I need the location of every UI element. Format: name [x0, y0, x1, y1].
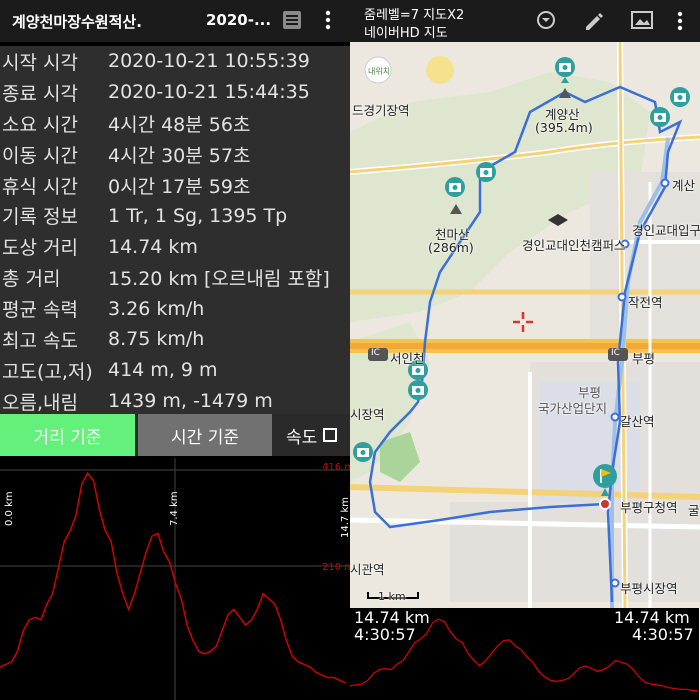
- stat-value: 1439 m, -1479 m: [108, 390, 273, 413]
- more-menu-icon[interactable]: [323, 9, 333, 31]
- stat-value: 2020-10-21 15:44:35: [108, 81, 310, 104]
- photo-marker[interactable]: [408, 380, 428, 400]
- stat-row: 종료 시각 2020-10-21 15:44:35: [0, 77, 350, 108]
- stat-label: 고도(고,저): [2, 360, 93, 383]
- map-label-gul: 굴: [688, 503, 700, 518]
- stat-label: 시작 시각: [2, 51, 78, 74]
- map-more-icon[interactable]: [676, 10, 684, 32]
- pencil-icon[interactable]: [583, 10, 605, 32]
- elevation-profile[interactable]: 0.0 km 7.4 km 14.7 km 416 m 210 m: [0, 458, 350, 700]
- stat-label: 평균 속력: [2, 299, 78, 322]
- stat-value: 8.75 km/h: [108, 328, 205, 351]
- stat-value: 4시간 30분 57초: [108, 144, 251, 167]
- profile-x-start: 0.0 km: [4, 491, 15, 526]
- stat-value: 4시간 48분 56초: [108, 113, 251, 136]
- stat-row: 이동 시간 4시간 30분 57초: [0, 139, 350, 170]
- stats-table: 시작 시각 2020-10-21 10:55:39 종료 시각 2020-10-21 …: [0, 46, 350, 417]
- map-header: 줌레벨=7 지도X2 네이버HD 지도: [350, 0, 700, 42]
- stat-row: 총 거리 15.20 km [오르내림 포함]: [0, 262, 350, 293]
- stat-row: 도상 거리 14.74 km: [0, 231, 350, 262]
- overlay-distance-right: 14.74 km: [614, 608, 690, 627]
- track-title-suffix: 2020-...: [206, 11, 272, 29]
- track-info-panel: 계양천마장수원적산. 2020-... 시작 시각 2020-10-21 10:5…: [0, 0, 350, 700]
- profile-x-mid: 7.4 km: [169, 491, 180, 526]
- profile-x-end: 14.7 km: [340, 497, 350, 538]
- stat-label: 최고 속도: [2, 329, 78, 352]
- stat-row: 기록 정보 1 Tr, 1 Sg, 1395 Tp: [0, 200, 350, 231]
- zoom-level: 줌레벨=7 지도X2: [364, 8, 465, 23]
- map-source: 네이버HD 지도: [364, 26, 448, 41]
- stat-value: 414 m, 9 m: [108, 359, 218, 382]
- stat-label: 도상 거리: [2, 237, 78, 260]
- tab-distance[interactable]: 거리 기준: [0, 414, 135, 456]
- map-label-gyesan: 계산: [672, 178, 696, 193]
- list-icon[interactable]: [282, 10, 302, 30]
- stat-value: 3.26 km/h: [108, 297, 205, 320]
- speed-checkbox[interactable]: [323, 428, 338, 442]
- map-label-campus: 경인교대인천캠퍼스: [522, 238, 626, 253]
- map-label-complex2: 국가산업단지: [538, 401, 608, 416]
- photo-marker[interactable]: [476, 162, 496, 182]
- map-label-ic1: IC: [371, 348, 380, 358]
- map-profile-overlay[interactable]: 14.74 km 4:30:57 14.74 km 4:30:57: [350, 608, 700, 700]
- map-label-gyeonggi: 드경기장역: [352, 103, 410, 118]
- stat-label: 소요 시간: [2, 113, 78, 136]
- dropdown-icon[interactable]: [536, 10, 556, 30]
- map-layer-icon[interactable]: [631, 10, 653, 30]
- map-panel: 줌레벨=7 지도X2 네이버HD 지도 내위치 드경기장역 계양산 (395.4…: [350, 0, 700, 700]
- map-label-cheonmasan-alt: (286m): [428, 240, 474, 255]
- map-label-ic2: IC: [611, 348, 620, 358]
- map-label-hall: 시관역: [350, 562, 385, 577]
- map-my-location-label: 내위치: [368, 67, 391, 76]
- track-title: 계양천마장수원적산.: [12, 13, 142, 31]
- overlay-distance-left: 14.74 km: [354, 608, 430, 627]
- stat-row: 소요 시간 4시간 48분 56초: [0, 108, 350, 139]
- map-label-univ: 경인교대입구: [632, 223, 700, 238]
- map-label-market2: 부평시장역: [620, 581, 678, 596]
- stat-value: 1 Tr, 1 Sg, 1395 Tp: [108, 204, 288, 227]
- photo-marker[interactable]: [445, 177, 465, 197]
- stat-label: 기록 정보: [2, 206, 78, 229]
- map-label-gyeyangsan-alt: (395.4m): [535, 120, 593, 135]
- stat-row: 시작 시각 2020-10-21 10:55:39: [0, 46, 350, 77]
- stat-row: 고도(고,저) 414 m, 9 m: [0, 355, 350, 386]
- map-scale-label: 1 km: [378, 590, 406, 603]
- overlay-time-left: 4:30:57: [354, 625, 416, 644]
- stat-label: 총 거리: [2, 268, 61, 291]
- stat-label: 오름,내림: [2, 391, 78, 414]
- map-label-market: 시장역: [350, 407, 385, 422]
- photo-marker[interactable]: [353, 442, 373, 462]
- stat-row: 오름,내림 1439 m, -1479 m: [0, 386, 350, 417]
- stat-label: 휴식 시간: [2, 175, 78, 198]
- map-label-jakjeon: 작전역: [628, 295, 663, 310]
- profile-y-max: 416 m: [322, 462, 350, 473]
- tab-time[interactable]: 시간 기준: [138, 414, 272, 456]
- speed-toggle-label: 속도: [286, 427, 318, 448]
- stat-value: 2020-10-21 10:55:39: [108, 50, 310, 73]
- stat-row: 평균 속력 3.26 km/h: [0, 293, 350, 324]
- photo-marker[interactable]: [670, 87, 690, 107]
- map-canvas[interactable]: [350, 41, 700, 609]
- map-view[interactable]: 내위치 드경기장역 계양산 (395.4m) 계산 천마산 (286m) 경인교…: [350, 41, 700, 609]
- stat-row: 휴식 시간 0시간 17분 59초: [0, 170, 350, 201]
- map-label-galsan: 갈산역: [620, 414, 655, 429]
- map-label-seoin: 서인천: [390, 351, 425, 366]
- speed-toggle[interactable]: 속도: [276, 414, 350, 456]
- map-label-bupyeong-ic: 부평: [632, 351, 656, 366]
- overlay-time-right: 4:30:57: [632, 625, 694, 644]
- stat-row: 최고 속도 8.75 km/h: [0, 324, 350, 355]
- stat-value: 0시간 17분 59초: [108, 175, 251, 198]
- app-bar: 계양천마장수원적산. 2020-...: [0, 0, 350, 42]
- stat-value: 14.74 km: [108, 235, 198, 258]
- stat-label: 종료 시각: [2, 82, 78, 105]
- map-label-office: 부평구청역: [620, 500, 678, 515]
- graph-tabs: 거리 기준 시간 기준 속도: [0, 414, 350, 456]
- sun-icon: [426, 56, 454, 84]
- stat-value: 15.20 km [오르내림 포함]: [108, 268, 330, 291]
- stat-label: 이동 시간: [2, 144, 78, 167]
- profile-y-mid: 210 m: [322, 562, 350, 573]
- photo-marker[interactable]: [650, 107, 670, 127]
